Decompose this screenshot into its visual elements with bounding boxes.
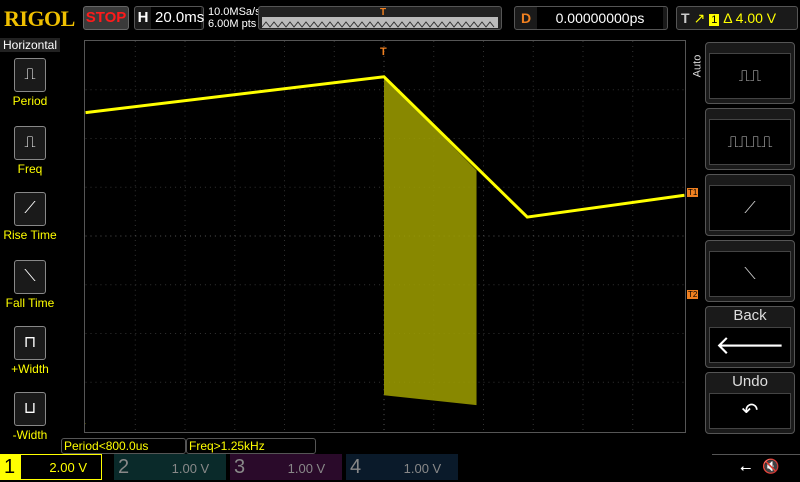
pulse-wide-button[interactable]: ⎍⎍ bbox=[705, 42, 795, 104]
ch4-number: 4 bbox=[350, 456, 362, 478]
trigger-level: Δ 4.00 V bbox=[723, 10, 777, 26]
t-label: T bbox=[681, 10, 690, 26]
t2-marker: T2 bbox=[687, 290, 699, 299]
neg-width-button[interactable]: ⊔ -Width bbox=[0, 392, 60, 442]
ch4-scale: 1.00 V bbox=[403, 461, 442, 476]
ch1-ground-marker: ▼ bbox=[84, 421, 87, 432]
fall-time-label: Fall Time bbox=[5, 296, 55, 310]
neg-width-label: -Width bbox=[12, 428, 48, 442]
waveform-burst bbox=[384, 76, 477, 406]
pulse-wide-icon: ⎍⎍ bbox=[709, 53, 791, 99]
back-button[interactable]: Back 🡐 bbox=[705, 306, 795, 368]
trigger-source: 1 bbox=[709, 14, 720, 26]
auto-label: Auto bbox=[691, 54, 704, 78]
delay-display[interactable]: D 0.00000000ps bbox=[514, 6, 668, 30]
ch3-number: 3 bbox=[234, 456, 246, 478]
back-label: Back bbox=[733, 307, 767, 324]
neg-width-icon: ⊔ bbox=[14, 392, 46, 426]
rise-time-icon: ⟋ bbox=[14, 192, 46, 226]
trigger-position-marker: T bbox=[380, 7, 387, 18]
timebase-value: 20.0ms bbox=[151, 7, 204, 29]
undo-button[interactable]: Undo ↶ bbox=[705, 372, 795, 434]
measurement-period: Period<800.0us bbox=[61, 438, 186, 454]
falling-shape-button[interactable]: ⟍ bbox=[705, 240, 795, 302]
d-label: D bbox=[520, 10, 532, 26]
status-icons: ⭠ 🔇 bbox=[712, 454, 800, 480]
ch2-scale: 1.00 V bbox=[171, 461, 210, 476]
channel-2-button[interactable]: 2 1.00 V bbox=[114, 454, 226, 480]
ch1-scale: 2.00 V bbox=[20, 454, 102, 480]
speaker-muted-icon[interactable]: 🔇 bbox=[762, 458, 779, 475]
acquisition-info: 10.0MSa/s 6.00M pts bbox=[208, 6, 261, 30]
waveform-display[interactable]: T ▼ bbox=[84, 40, 686, 433]
menu-title: Horizontal bbox=[0, 38, 60, 52]
falling-shape-icon: ⟍ bbox=[709, 251, 791, 297]
channel-3-button[interactable]: 3 1.00 V bbox=[230, 454, 342, 480]
sample-rate: 10.0MSa/s bbox=[208, 6, 261, 18]
back-arrow-icon: 🡐 bbox=[709, 327, 791, 363]
pos-width-label: +Width bbox=[11, 362, 49, 376]
h-label: H bbox=[137, 9, 149, 26]
trigger-display[interactable]: T ↗ 1 Δ 4.00 V bbox=[676, 6, 798, 30]
rising-shape-icon: ⟋ bbox=[709, 185, 791, 231]
pulse-narrow-icon: ⎍⎍⎍⎍ bbox=[709, 119, 791, 165]
period-button[interactable]: ⎍ Period bbox=[0, 58, 60, 108]
freq-label: Freq bbox=[17, 162, 43, 176]
period-icon: ⎍ bbox=[14, 58, 46, 92]
pulse-narrow-button[interactable]: ⎍⎍⎍⎍ bbox=[705, 108, 795, 170]
freq-button[interactable]: ⎍ Freq bbox=[0, 126, 60, 176]
ch1-number: 1 bbox=[4, 456, 16, 478]
delay-value: 0.00000000ps bbox=[537, 7, 663, 29]
rigol-logo: RIGOL bbox=[4, 6, 75, 31]
undo-label: Undo bbox=[732, 373, 768, 390]
ch2-number: 2 bbox=[118, 456, 130, 478]
t1-marker: T1 bbox=[687, 188, 699, 197]
run-stop-button[interactable]: STOP bbox=[83, 6, 129, 30]
memory-depth: 6.00M pts bbox=[208, 18, 257, 30]
pos-width-icon: ⊓ bbox=[14, 326, 46, 360]
fall-time-button[interactable]: ⟍ Fall Time bbox=[0, 260, 60, 310]
measurement-freq: Freq>1.25kHz bbox=[186, 438, 316, 454]
rising-edge-icon: ↗ bbox=[693, 10, 706, 26]
rising-shape-button[interactable]: ⟋ bbox=[705, 174, 795, 236]
trigger-marker: T bbox=[380, 46, 387, 58]
fall-time-icon: ⟍ bbox=[14, 260, 46, 294]
freq-icon: ⎍ bbox=[14, 126, 46, 160]
ch3-scale: 1.00 V bbox=[287, 461, 326, 476]
period-label: Period bbox=[12, 94, 48, 108]
horizontal-timebase[interactable]: H 20.0ms bbox=[134, 6, 204, 30]
memory-overview: T bbox=[258, 6, 502, 30]
pos-width-button[interactable]: ⊓ +Width bbox=[0, 326, 60, 376]
undo-icon: ↶ bbox=[709, 393, 791, 429]
rise-time-label: Rise Time bbox=[3, 228, 57, 242]
usb-icon: ⭠ bbox=[740, 459, 752, 475]
rise-time-button[interactable]: ⟋ Rise Time bbox=[0, 192, 60, 242]
channel-4-button[interactable]: 4 1.00 V bbox=[346, 454, 458, 480]
